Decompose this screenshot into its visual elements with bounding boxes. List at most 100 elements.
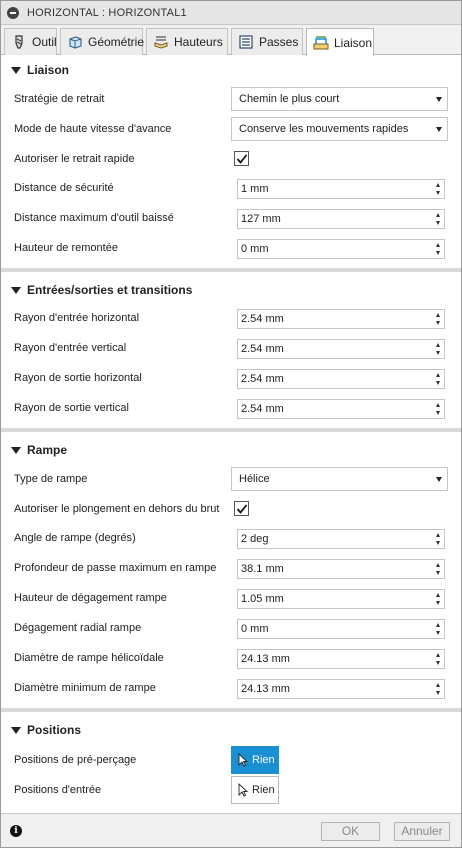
spin-up-icon[interactable]	[436, 343, 440, 347]
spin-up-icon[interactable]	[436, 403, 440, 407]
row-profondeur-passe: Profondeur de passe maximum en rampe 38.…	[1, 554, 461, 584]
spinner-buttons[interactable]	[433, 620, 444, 638]
field-label: Positions d'entrée	[14, 784, 102, 796]
field-label: Autoriser le plongement en dehors du bru…	[14, 503, 220, 515]
spin-down-icon[interactable]	[436, 571, 440, 575]
collapse-triangle-icon[interactable]	[11, 286, 21, 294]
spinner-buttons[interactable]	[433, 590, 444, 608]
rayon-entree-horizontal-input[interactable]: 2.54 mm	[237, 309, 445, 329]
checkmark-icon	[236, 154, 248, 164]
spin-up-icon[interactable]	[436, 183, 440, 187]
tab-geometrie[interactable]: Géométrie	[60, 28, 144, 55]
spin-down-icon[interactable]	[436, 601, 440, 605]
spin-down-icon[interactable]	[436, 381, 440, 385]
spin-down-icon[interactable]	[436, 411, 440, 415]
spin-up-icon[interactable]	[436, 373, 440, 377]
window-title: HORIZONTAL : HORIZONTAL1	[27, 6, 187, 19]
strategie-retrait-dropdown[interactable]: Chemin le plus court	[231, 87, 448, 111]
spinner-buttons[interactable]	[433, 180, 444, 198]
spin-down-icon[interactable]	[436, 541, 440, 545]
distance-max-input[interactable]: 127 mm	[237, 209, 445, 229]
diametre-minimum-input[interactable]: 24.13 mm	[237, 679, 445, 699]
input-value: 0 mm	[241, 623, 269, 635]
section-divider	[1, 428, 461, 432]
profondeur-passe-input[interactable]: 38.1 mm	[237, 559, 445, 579]
section-header-rampe[interactable]: Rampe	[1, 437, 461, 463]
spin-up-icon[interactable]	[436, 243, 440, 247]
spin-down-icon[interactable]	[436, 351, 440, 355]
spinner-buttons[interactable]	[433, 530, 444, 548]
field-label: Hauteur de dégagement rampe	[14, 592, 167, 604]
spin-down-icon[interactable]	[436, 251, 440, 255]
section-title: Positions	[27, 723, 82, 737]
pre-percage-select-button[interactable]: Rien	[231, 746, 279, 774]
spin-down-icon[interactable]	[436, 631, 440, 635]
collapse-triangle-icon[interactable]	[11, 726, 21, 734]
ok-button[interactable]: OK	[321, 822, 380, 841]
section-header-entrees-sorties[interactable]: Entrées/sorties et transitions	[1, 277, 461, 303]
tab-outil[interactable]: Outil	[4, 28, 57, 55]
spin-up-icon[interactable]	[436, 213, 440, 217]
mode-vitesse-dropdown[interactable]: Conserve les mouvements rapides	[231, 117, 448, 141]
spinner-buttons[interactable]	[433, 370, 444, 388]
rayon-sortie-horizontal-input[interactable]: 2.54 mm	[237, 369, 445, 389]
tab-label: Passes	[259, 35, 299, 49]
positions-entree-select-button[interactable]: Rien	[231, 776, 279, 804]
spin-down-icon[interactable]	[436, 191, 440, 195]
distance-securite-input[interactable]: 1 mm	[237, 179, 445, 199]
title-bar[interactable]: HORIZONTAL : HORIZONTAL1	[1, 1, 461, 25]
spinner-buttons[interactable]	[433, 240, 444, 258]
type-rampe-dropdown[interactable]: Hélice	[231, 467, 448, 491]
plongement-checkbox[interactable]	[234, 501, 249, 516]
tab-hauteurs[interactable]: Hauteurs	[146, 28, 228, 55]
checkmark-icon	[236, 504, 248, 514]
angle-rampe-input[interactable]: 2 deg	[237, 529, 445, 549]
input-value: 38.1 mm	[241, 563, 284, 575]
spinner-buttons[interactable]	[433, 310, 444, 328]
spin-up-icon[interactable]	[436, 593, 440, 597]
field-label: Diamètre de rampe hélicoïdale	[14, 652, 164, 664]
spin-up-icon[interactable]	[436, 623, 440, 627]
spin-down-icon[interactable]	[436, 661, 440, 665]
spinner-buttons[interactable]	[433, 210, 444, 228]
spin-up-icon[interactable]	[436, 563, 440, 567]
section-header-liaison[interactable]: Liaison	[1, 57, 461, 83]
diametre-helicoidale-input[interactable]: 24.13 mm	[237, 649, 445, 669]
spinner-buttons[interactable]	[433, 400, 444, 418]
field-label: Profondeur de passe maximum en rampe	[14, 562, 217, 574]
heights-icon	[153, 34, 169, 50]
collapse-triangle-icon[interactable]	[11, 446, 21, 454]
spin-up-icon[interactable]	[436, 533, 440, 537]
section-header-positions[interactable]: Positions	[1, 717, 461, 743]
field-label: Type de rampe	[14, 473, 88, 485]
spin-down-icon[interactable]	[436, 321, 440, 325]
degagement-radial-input[interactable]: 0 mm	[237, 619, 445, 639]
spin-down-icon[interactable]	[436, 221, 440, 225]
spinner-buttons[interactable]	[433, 340, 444, 358]
hauteur-degagement-input[interactable]: 1.05 mm	[237, 589, 445, 609]
spinner-buttons[interactable]	[433, 650, 444, 668]
cancel-button[interactable]: Annuler	[394, 822, 450, 841]
spin-up-icon[interactable]	[436, 313, 440, 317]
hauteur-remontee-input[interactable]: 0 mm	[237, 239, 445, 259]
dropdown-arrow-icon	[436, 97, 442, 102]
input-value: 127 mm	[241, 213, 281, 225]
collapse-icon[interactable]	[7, 6, 19, 19]
input-value: 24.13 mm	[241, 683, 290, 695]
spin-down-icon[interactable]	[436, 691, 440, 695]
section-title: Liaison	[27, 63, 70, 77]
tab-liaison[interactable]: Liaison	[306, 28, 374, 56]
rayon-sortie-vertical-input[interactable]: 2.54 mm	[237, 399, 445, 419]
rayon-entree-vertical-input[interactable]: 2.54 mm	[237, 339, 445, 359]
info-icon[interactable]: i	[10, 825, 22, 837]
spinner-buttons[interactable]	[433, 560, 444, 578]
field-label: Autoriser le retrait rapide	[14, 153, 135, 165]
retrait-rapide-checkbox[interactable]	[234, 151, 249, 166]
spin-up-icon[interactable]	[436, 683, 440, 687]
tab-passes[interactable]: Passes	[231, 28, 303, 55]
spinner-buttons[interactable]	[433, 680, 444, 698]
spin-up-icon[interactable]	[436, 653, 440, 657]
collapse-triangle-icon[interactable]	[11, 66, 21, 74]
tab-label: Outil	[32, 35, 57, 49]
row-degagement-radial: Dégagement radial rampe 0 mm	[1, 614, 461, 644]
